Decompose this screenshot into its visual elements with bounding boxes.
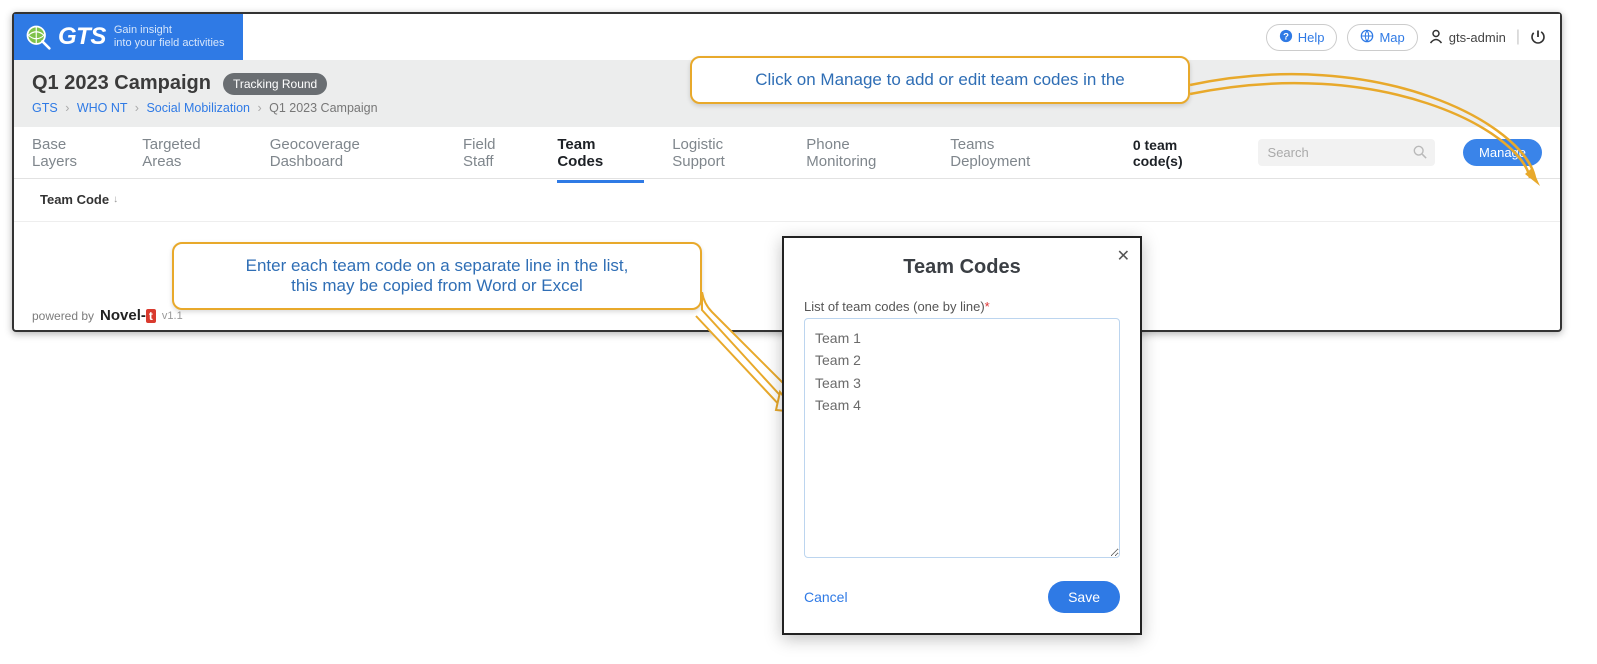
footer: powered by Novel-t v1.1 bbox=[32, 307, 183, 324]
brand-name: GTS bbox=[58, 23, 106, 51]
callout-textarea-hint: Enter each team code on a separate line … bbox=[172, 242, 702, 310]
manage-button[interactable]: Manage bbox=[1463, 139, 1542, 166]
tab-phone-monitoring[interactable]: Phone Monitoring bbox=[806, 136, 922, 170]
search-input[interactable] bbox=[1258, 139, 1436, 166]
sort-down-icon: ↓ bbox=[113, 194, 118, 205]
chevron-right-icon: › bbox=[135, 101, 139, 115]
breadcrumb-item[interactable]: WHO NT bbox=[77, 101, 127, 115]
table-header: Team Code ↓ bbox=[14, 179, 1560, 222]
map-button[interactable]: Map bbox=[1347, 24, 1417, 51]
current-user[interactable]: gts-admin bbox=[1428, 28, 1506, 47]
save-button[interactable]: Save bbox=[1048, 581, 1120, 613]
globe-icon bbox=[1360, 29, 1374, 46]
tab-geocoverage-dashboard[interactable]: Geocoverage Dashboard bbox=[270, 136, 435, 170]
help-icon: ? bbox=[1279, 29, 1293, 46]
tabs-bar: Base Layers Targeted Areas Geocoverage D… bbox=[14, 127, 1560, 179]
tab-teams-deployment[interactable]: Teams Deployment bbox=[950, 136, 1077, 170]
version-label: v1.1 bbox=[162, 310, 183, 322]
team-code-count: 0 team code(s) bbox=[1133, 137, 1230, 169]
help-button[interactable]: ? Help bbox=[1266, 24, 1338, 51]
tab-team-codes[interactable]: Team Codes bbox=[557, 136, 644, 183]
modal-field-label: List of team codes (one by line)* bbox=[804, 299, 1120, 314]
company-suffix: t bbox=[146, 309, 156, 323]
chevron-right-icon: › bbox=[65, 101, 69, 115]
tab-targeted-areas[interactable]: Targeted Areas bbox=[142, 136, 242, 170]
tab-field-staff[interactable]: Field Staff bbox=[463, 136, 529, 170]
chevron-right-icon: › bbox=[257, 101, 261, 115]
cancel-button[interactable]: Cancel bbox=[804, 589, 848, 605]
team-codes-modal: ✕ Team Codes List of team codes (one by … bbox=[782, 236, 1142, 635]
tab-base-layers[interactable]: Base Layers bbox=[32, 136, 114, 170]
topbar: GTS Gain insight into your field activit… bbox=[14, 14, 1560, 60]
topbar-actions: ? Help Map gts-admin | bbox=[1266, 24, 1560, 51]
callout-manage-hint: Click on Manage to add or edit team code… bbox=[690, 56, 1190, 104]
breadcrumb-item[interactable]: GTS bbox=[32, 101, 58, 115]
breadcrumb-current: Q1 2023 Campaign bbox=[269, 101, 377, 115]
tab-logistic-support[interactable]: Logistic Support bbox=[672, 136, 778, 170]
svg-text:?: ? bbox=[1283, 31, 1289, 42]
page-title: Q1 2023 Campaign bbox=[32, 72, 211, 95]
close-icon[interactable]: ✕ bbox=[1117, 246, 1130, 266]
search-wrap bbox=[1258, 139, 1436, 166]
company-name: Novel- bbox=[100, 307, 146, 324]
logout-icon[interactable] bbox=[1530, 29, 1546, 45]
search-icon bbox=[1413, 145, 1427, 159]
brand-tagline: Gain insight into your field activities bbox=[114, 24, 225, 50]
user-icon bbox=[1428, 28, 1444, 47]
modal-title: Team Codes bbox=[804, 256, 1120, 279]
team-codes-textarea[interactable] bbox=[804, 318, 1120, 558]
globe-magnifier-icon bbox=[24, 23, 52, 51]
breadcrumb-item[interactable]: Social Mobilization bbox=[146, 101, 250, 115]
status-badge: Tracking Round bbox=[223, 73, 327, 95]
brand-block: GTS Gain insight into your field activit… bbox=[14, 14, 243, 60]
column-team-code[interactable]: Team Code ↓ bbox=[40, 192, 118, 207]
